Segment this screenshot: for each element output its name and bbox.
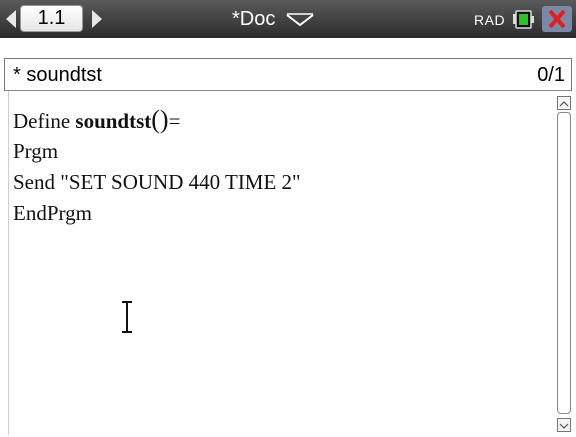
chevron-left-icon[interactable]: [6, 10, 16, 28]
close-button[interactable]: [542, 6, 572, 32]
program-name: * soundtst: [13, 64, 102, 86]
scroll-track[interactable]: [557, 112, 571, 414]
parentheses: (): [151, 105, 169, 134]
equals-sign: =: [168, 109, 181, 133]
page-tab[interactable]: 1.1: [20, 5, 83, 32]
chevron-down-small-icon: [559, 423, 569, 429]
scroll-down-button[interactable]: [557, 418, 571, 432]
close-icon: [548, 9, 566, 29]
document-title[interactable]: *Doc: [232, 8, 275, 30]
code-line-send[interactable]: Send "SET SOUND 440 TIME 2": [13, 169, 301, 195]
chevron-down-icon[interactable]: [285, 13, 315, 27]
code-line-prgm[interactable]: Prgm: [13, 138, 58, 164]
battery-icon: [513, 10, 534, 29]
program-title-bar: * soundtst 0/1: [4, 58, 572, 91]
top-toolbar: 1.1 *Doc RAD: [0, 0, 576, 39]
scroll-up-button[interactable]: [557, 96, 571, 110]
define-keyword: Define: [13, 109, 76, 133]
chevron-up-icon: [559, 101, 569, 107]
chevron-right-icon[interactable]: [92, 10, 102, 28]
program-counter: 0/1: [537, 64, 565, 86]
program-name-bold: soundtst: [75, 109, 152, 133]
code-line-endprgm[interactable]: EndPrgm: [13, 200, 92, 226]
angle-mode-label: RAD: [474, 12, 506, 28]
program-editor[interactable]: Define soundtst()= Prgm Send "SET SOUND …: [8, 91, 558, 435]
spacer: [0, 38, 576, 58]
vertical-scrollbar[interactable]: [557, 96, 571, 432]
ibeam-cursor-icon: [122, 301, 132, 333]
code-line-define[interactable]: Define soundtst()=: [13, 107, 180, 134]
